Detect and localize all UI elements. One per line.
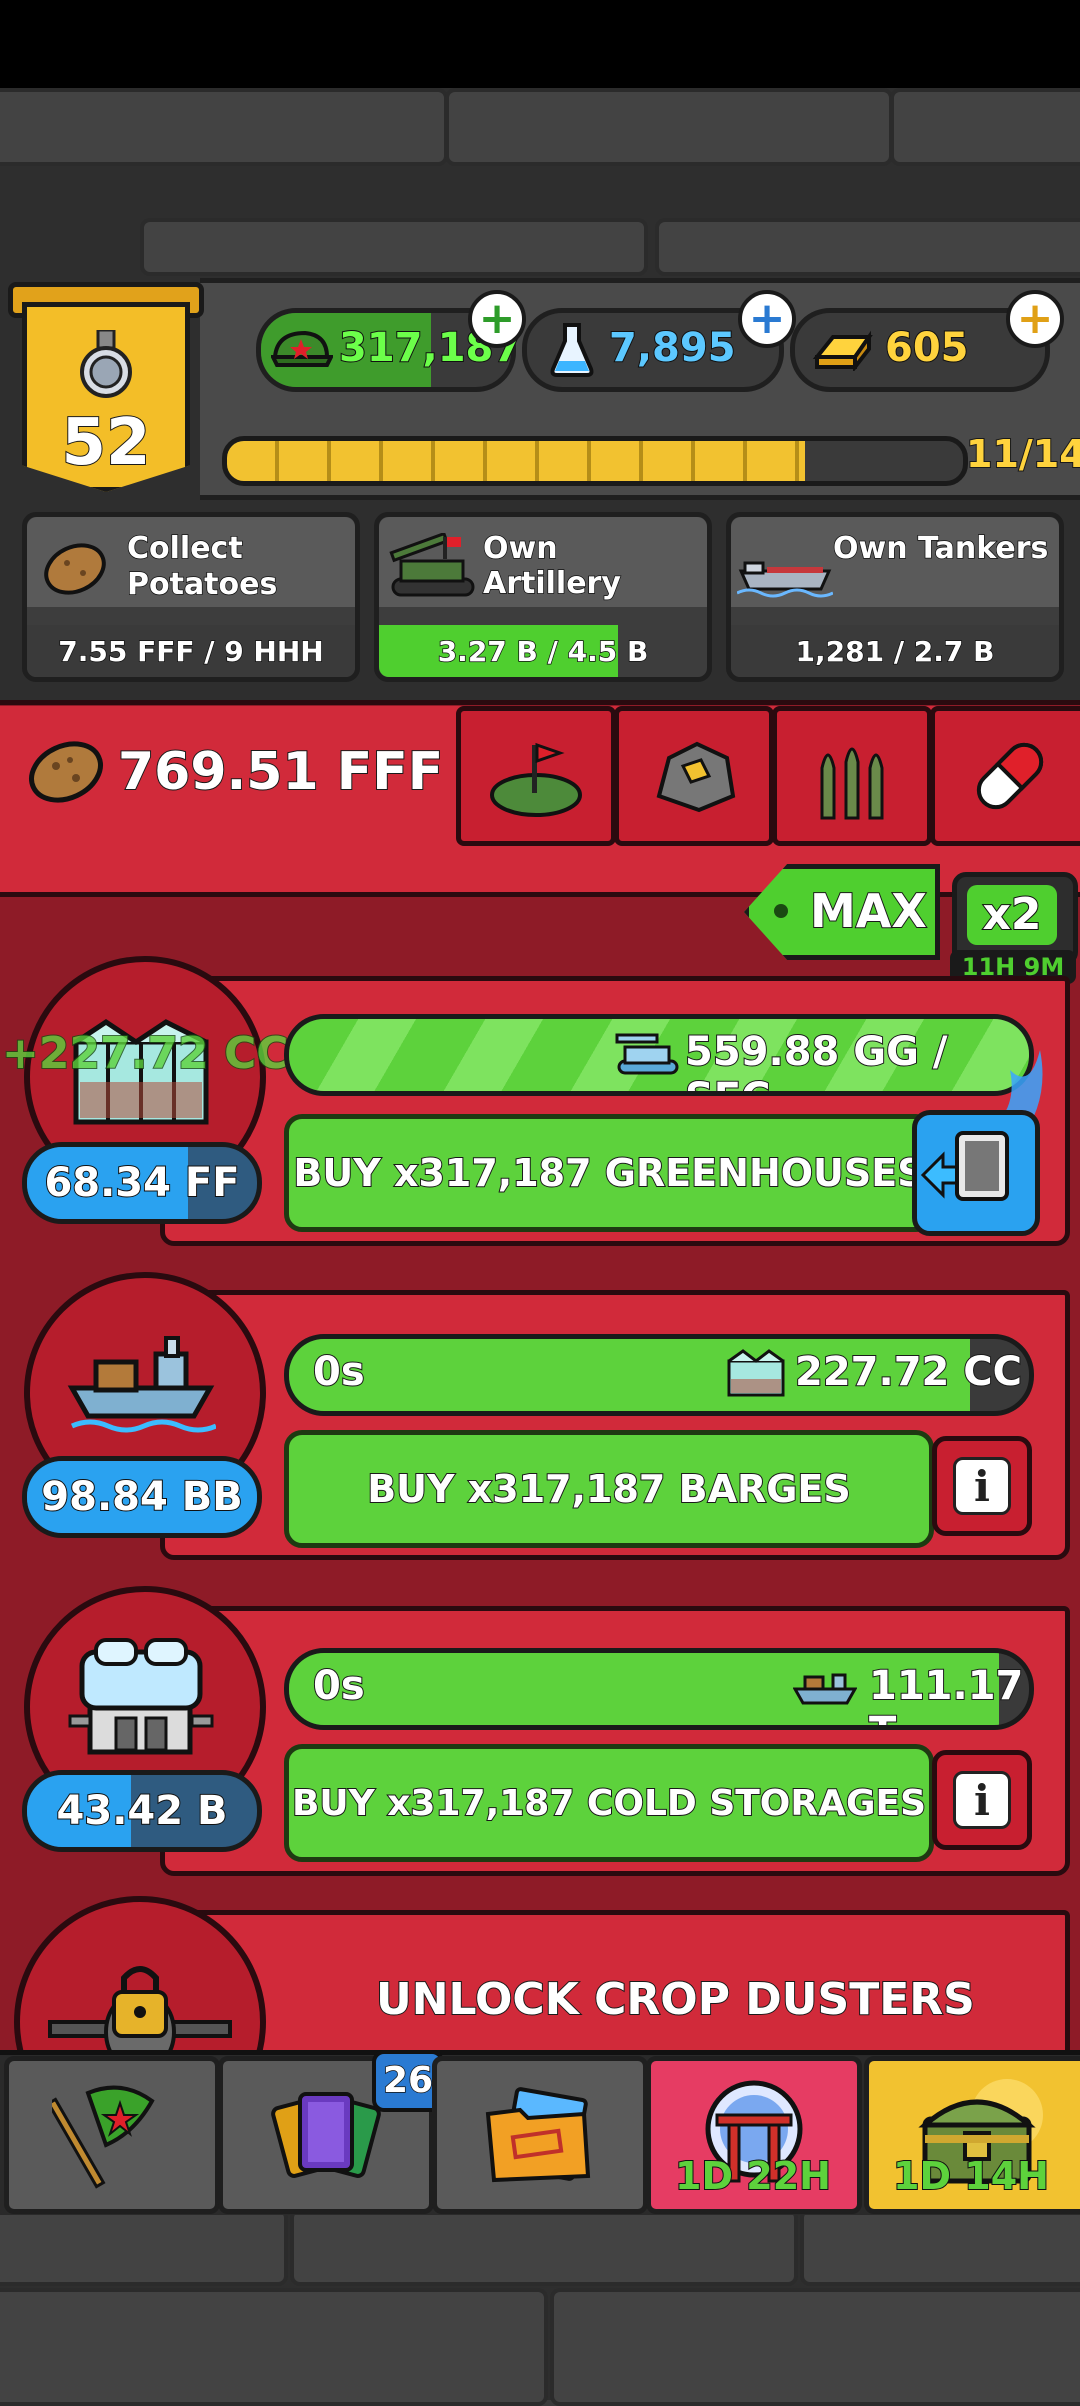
producer-owned-value: 43.42 B <box>22 1770 262 1852</box>
level-progress-fill <box>227 441 806 481</box>
nav-research[interactable] <box>432 2056 648 2214</box>
production-timer: 0s <box>312 1348 366 1396</box>
add-cash-button[interactable]: + <box>468 290 526 348</box>
production-rate: 111.17 T <box>868 1662 1024 1725</box>
buy-barges-button[interactable]: BUY x317,187 BARGES <box>284 1430 934 1548</box>
medal-icon <box>76 328 136 400</box>
buy-mode-label: MAX <box>809 883 928 939</box>
level-banner[interactable]: 52 <box>8 282 204 492</box>
barge-icon <box>67 1336 216 1433</box>
tab-ammo[interactable] <box>772 706 932 846</box>
pill-capsule-icon <box>976 742 1044 810</box>
mission-title: Own Tankers <box>832 530 1049 567</box>
barge-icon <box>792 1665 858 1711</box>
production-rate: 227.72 CC <box>794 1348 1023 1396</box>
potato-icon <box>39 537 111 597</box>
player-level: 52 <box>60 405 151 481</box>
add-gold-button[interactable]: + <box>1006 290 1064 348</box>
info-icon: i <box>953 1457 1011 1515</box>
production-bar: 559.88 GG / SEC <box>284 1014 1034 1096</box>
card-swap-button[interactable] <box>912 1110 1040 1236</box>
boost-label: x2 <box>967 885 1057 945</box>
science-value: 7,895 <box>608 324 737 372</box>
level-progress-text: 11/14 <box>965 431 1080 477</box>
greenhouse-icon <box>725 1347 787 1399</box>
resource-amount: 769.51 FFF <box>117 741 444 803</box>
green-cap-icon <box>269 327 335 371</box>
flask-icon <box>549 321 595 377</box>
production-timer: 0s <box>312 1662 366 1710</box>
floating-gain-text: +227.72 CC <box>1 1027 290 1080</box>
bullets-icon <box>820 747 884 820</box>
star-flag-icon <box>52 2085 155 2189</box>
add-science-button[interactable]: + <box>738 290 796 348</box>
tab-pill[interactable] <box>930 706 1080 846</box>
mission-title: Collect Potatoes <box>126 530 278 603</box>
mission-progress: 3.27 B / 4.5 B <box>437 634 649 669</box>
mission-progress: 7.55 FFF / 9 HHH <box>27 625 355 677</box>
folder-icon <box>485 2087 591 2183</box>
unlock-label[interactable]: UNLOCK CROP DUSTERS <box>375 1973 976 2026</box>
gold-bar-icon <box>812 327 873 373</box>
nav-general[interactable] <box>4 2056 220 2214</box>
status-bar <box>0 0 1080 88</box>
info-icon: i <box>953 1771 1011 1829</box>
producer-owned-value: 98.84 BB <box>22 1456 262 1538</box>
mission-card-own-artillery[interactable]: Own Artillery 3.27 B / 4.5 B <box>374 512 712 682</box>
mission-progress: 1,281 / 2.7 B <box>731 625 1059 677</box>
cold-storage-icon <box>68 1638 214 1755</box>
card-swap-icon <box>920 1131 1009 1201</box>
info-button[interactable]: i <box>932 1436 1032 1536</box>
ore-rock-icon <box>656 741 736 813</box>
artillery-icon <box>387 531 479 601</box>
buy-cold-storages-button[interactable]: BUY x317,187 COLD STORAGES <box>284 1744 934 1862</box>
level-progress-bar <box>222 436 968 486</box>
mission-card-collect-potatoes[interactable]: Collect Potatoes 7.55 FFF / 9 HHH <box>22 512 360 682</box>
tab-farm[interactable] <box>456 706 616 846</box>
info-button[interactable]: i <box>932 1750 1032 1850</box>
tab-mine[interactable] <box>614 706 774 846</box>
production-bar: 0s 111.17 T <box>284 1648 1034 1730</box>
gold-value: 605 <box>884 324 969 372</box>
cards-icon <box>271 2092 381 2178</box>
mission-title: Own Artillery <box>482 530 621 602</box>
farm-flag-icon <box>490 742 582 817</box>
producer-owned-value: 68.34 FF <box>22 1142 262 1224</box>
artillery-icon <box>615 1027 681 1079</box>
potato-icon <box>24 736 108 806</box>
mission-card-own-tankers[interactable]: Own Tankers 1,281 / 2.7 B <box>726 512 1064 682</box>
production-bar: 0s 227.72 CC <box>284 1334 1034 1416</box>
event-timer: 1D 22H <box>674 2153 832 2199</box>
buy-greenhouses-button[interactable]: BUY x317,187 GREENHOUSES <box>284 1114 934 1232</box>
buy-mode-max-button[interactable]: MAX <box>744 864 940 960</box>
tanker-ship-icon <box>736 541 834 601</box>
chests-timer: 1D 14H <box>892 2153 1050 2199</box>
